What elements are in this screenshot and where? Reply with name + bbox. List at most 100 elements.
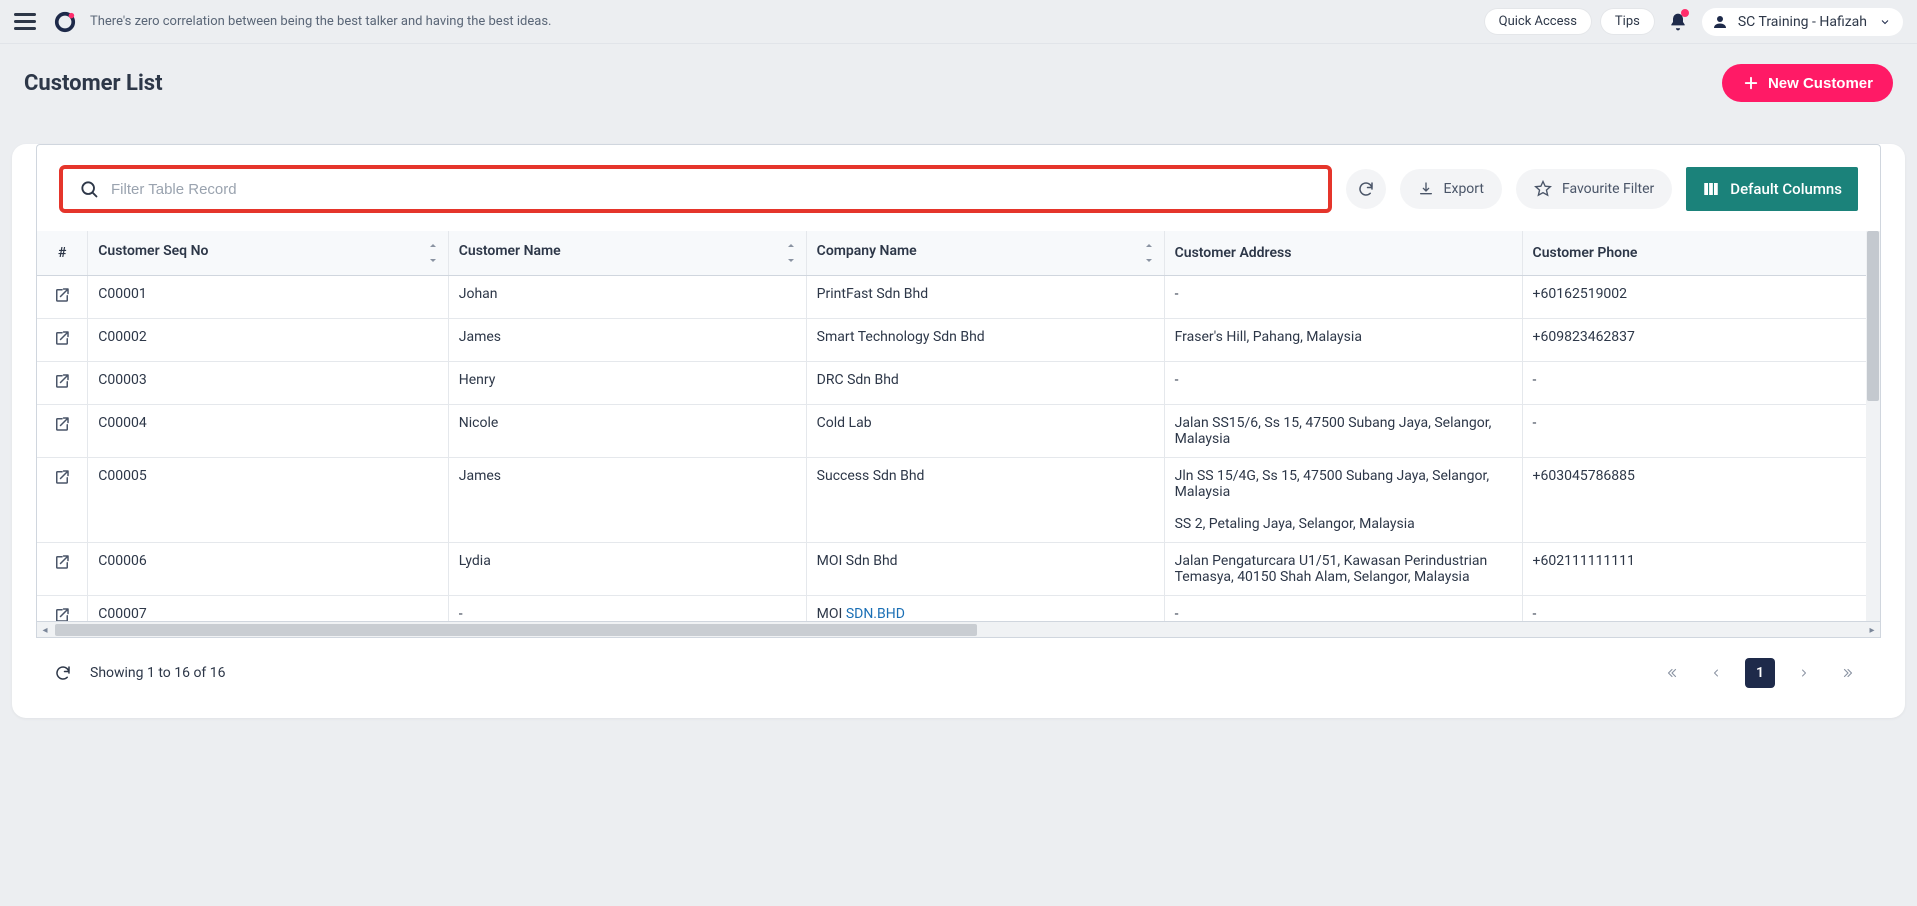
search-wrapper [59, 165, 1332, 213]
pager-page-current[interactable]: 1 [1745, 658, 1775, 688]
new-customer-button[interactable]: New Customer [1722, 64, 1893, 102]
col-name-header[interactable]: Customer Name [448, 231, 806, 276]
favourite-label: Favourite Filter [1562, 181, 1654, 197]
sort-icon [786, 243, 796, 263]
table-row: C00003HenryDRC Sdn Bhd-- [37, 362, 1880, 405]
table-row: C00006LydiaMOI Sdn BhdJalan Pengaturcara… [37, 543, 1880, 596]
cell-name: Henry [448, 362, 806, 405]
new-customer-label: New Customer [1768, 75, 1873, 92]
col-address-header[interactable]: Customer Address [1164, 231, 1522, 276]
refresh-button[interactable] [1346, 169, 1386, 209]
cell-phone: +609823462837 [1522, 319, 1880, 362]
open-external-icon [53, 329, 71, 347]
cell-seq: C00004 [88, 405, 448, 458]
cell-address: - [1164, 596, 1522, 622]
cell-company: Cold Lab [806, 405, 1164, 458]
cell-address: - [1164, 276, 1522, 319]
user-icon [1710, 12, 1730, 32]
menu-toggle[interactable] [14, 9, 40, 35]
default-columns-button[interactable]: Default Columns [1686, 167, 1858, 211]
table-row: C00002JamesSmart Technology Sdn BhdFrase… [37, 319, 1880, 362]
cell-name: James [448, 319, 806, 362]
plus-icon [1742, 74, 1760, 92]
refresh-icon [54, 664, 72, 682]
cell-name: Nicole [448, 405, 806, 458]
col-action-header[interactable]: # [37, 231, 88, 276]
cell-company: MOI Sdn Bhd [806, 543, 1164, 596]
app-logo[interactable] [54, 11, 76, 33]
open-external-icon [53, 606, 71, 621]
cell-seq: C00003 [88, 362, 448, 405]
star-icon [1534, 180, 1552, 198]
table-row: C00004NicoleCold LabJalan SS15/6, Ss 15,… [37, 405, 1880, 458]
vertical-scroll-thumb[interactable] [1867, 231, 1879, 401]
table-row: C00007-MOI SDN.BHD-- [37, 596, 1880, 622]
cell-phone: - [1522, 596, 1880, 622]
open-row-button[interactable] [37, 362, 88, 405]
sort-icon [1144, 243, 1154, 263]
pager-prev-button[interactable] [1701, 658, 1731, 688]
topbar-left: There's zero correlation between being t… [14, 9, 551, 35]
col-seq-header[interactable]: Customer Seq No [88, 231, 448, 276]
col-phone-header[interactable]: Customer Phone [1522, 231, 1880, 276]
notifications-button[interactable] [1664, 8, 1692, 36]
quick-access-button[interactable]: Quick Access [1485, 9, 1591, 34]
pager-nav: 1 [1657, 658, 1863, 688]
export-button[interactable]: Export [1400, 169, 1502, 209]
horizontal-scroll-thumb[interactable] [55, 624, 977, 636]
open-row-button[interactable] [37, 319, 88, 362]
pager-info: Showing 1 to 16 of 16 [90, 665, 226, 681]
tips-button[interactable]: Tips [1601, 9, 1654, 34]
vertical-scrollbar[interactable] [1866, 231, 1880, 621]
table-row: C00005JamesSuccess Sdn BhdJln SS 15/4G, … [37, 458, 1880, 543]
page-title: Customer List [24, 71, 163, 96]
topbar-right: Quick Access Tips SC Training - Hafizah [1485, 8, 1903, 36]
horizontal-scrollbar[interactable]: ◂ ▸ [36, 622, 1881, 638]
pager-refresh-button[interactable] [54, 664, 72, 682]
col-company-header[interactable]: Company Name [806, 231, 1164, 276]
open-row-button[interactable] [37, 405, 88, 458]
cell-company: Success Sdn Bhd [806, 458, 1164, 543]
open-row-button[interactable] [37, 543, 88, 596]
cell-address: Jln SS 15/4G, Ss 15, 47500 Subang Jaya, … [1164, 458, 1522, 543]
open-row-button[interactable] [37, 596, 88, 622]
hscroll-right-arrow[interactable]: ▸ [1864, 622, 1880, 638]
columns-icon [1702, 180, 1720, 198]
cell-address: Jalan Pengaturcara U1/51, Kawasan Perind… [1164, 543, 1522, 596]
favourite-filter-button[interactable]: Favourite Filter [1516, 169, 1672, 209]
pager-last-button[interactable] [1833, 658, 1863, 688]
cell-seq: C00002 [88, 319, 448, 362]
table-scroll[interactable]: # Customer Seq No Customer Name [37, 231, 1880, 621]
col-address-label: Customer Address [1175, 245, 1292, 261]
table-card: Export Favourite Filter Default Columns … [12, 144, 1905, 718]
user-menu[interactable]: SC Training - Hafizah [1702, 8, 1903, 36]
cell-address: Fraser's Hill, Pahang, Malaysia [1164, 319, 1522, 362]
open-external-icon [53, 415, 71, 433]
pagination: Showing 1 to 16 of 16 1 [12, 638, 1905, 718]
cell-company: DRC Sdn Bhd [806, 362, 1164, 405]
cell-name: Johan [448, 276, 806, 319]
cell-phone: +60162519002 [1522, 276, 1880, 319]
cell-company: Smart Technology Sdn Bhd [806, 319, 1164, 362]
cell-address: - [1164, 362, 1522, 405]
col-name-label: Customer Name [459, 243, 561, 259]
cell-phone: +603045786885 [1522, 458, 1880, 543]
hscroll-left-arrow[interactable]: ◂ [37, 622, 53, 638]
sort-icon [428, 243, 438, 263]
open-external-icon [53, 468, 71, 486]
company-link[interactable]: SDN.BHD [846, 606, 905, 621]
pager-first-button[interactable] [1657, 658, 1687, 688]
page-header: Customer List New Customer [0, 44, 1917, 120]
tips-label: Tips [1615, 14, 1640, 29]
refresh-icon [1357, 180, 1375, 198]
open-row-button[interactable] [37, 276, 88, 319]
open-row-button[interactable] [37, 458, 88, 543]
quick-access-label: Quick Access [1499, 14, 1577, 29]
search-input[interactable] [111, 181, 1312, 198]
table-frame: # Customer Seq No Customer Name [36, 231, 1881, 622]
open-external-icon [53, 286, 71, 304]
customer-table: # Customer Seq No Customer Name [37, 231, 1880, 621]
download-icon [1418, 181, 1434, 197]
table-row: C00001JohanPrintFast Sdn Bhd-+6016251900… [37, 276, 1880, 319]
pager-next-button[interactable] [1789, 658, 1819, 688]
